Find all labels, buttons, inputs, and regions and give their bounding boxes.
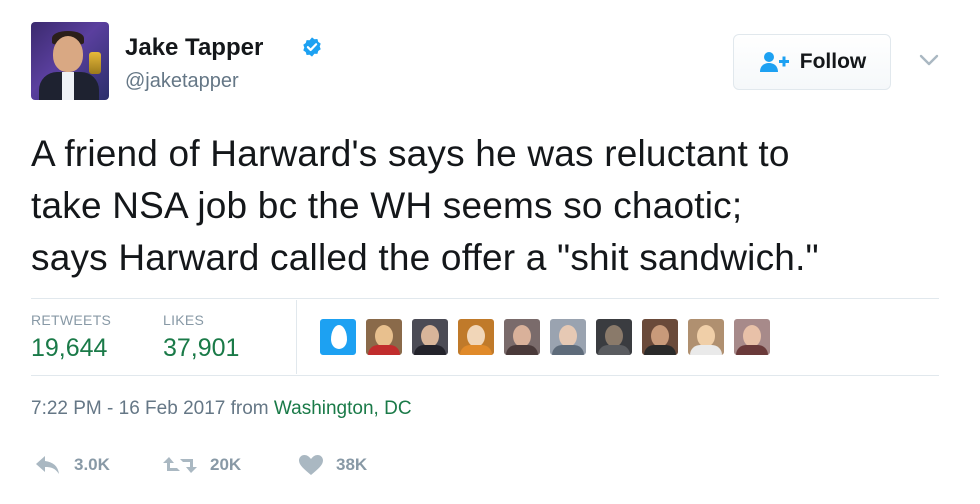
liker-avatar[interactable] [595, 318, 633, 356]
like-count: 38K [336, 455, 368, 474]
retweet-count: 20K [210, 455, 242, 474]
retweets-label[interactable]: RETWEETS [31, 312, 111, 328]
tweet-line: take NSA job bc the WH seems so chaotic; [31, 185, 743, 226]
liker-avatar[interactable] [457, 318, 495, 356]
tweet-timestamp: 7:22 PM - 16 Feb 2017 from Washington, D… [31, 398, 412, 420]
user-display-name[interactable]: Jake Tapper [125, 34, 263, 62]
likes-label[interactable]: LIKES [163, 312, 204, 328]
profile-avatar[interactable] [31, 22, 109, 100]
liker-avatar[interactable] [365, 318, 403, 356]
avatar-trophy [89, 52, 101, 74]
reply-icon [36, 456, 59, 474]
avatar-face [53, 36, 83, 72]
tweet-line: A friend of Harward's says he was reluct… [31, 133, 790, 174]
follow-button-label: Follow [799, 50, 867, 73]
retweets-count[interactable]: 19,644 [31, 334, 107, 363]
timestamp-from: from [230, 398, 269, 419]
divider-top [31, 298, 939, 299]
like-button[interactable]: 38K [298, 452, 367, 478]
liker-avatar[interactable] [641, 318, 679, 356]
chevron-down-icon[interactable] [918, 52, 940, 68]
liker-avatar[interactable] [549, 318, 587, 356]
avatar-shirt [62, 72, 74, 100]
verified-badge-icon [303, 37, 321, 57]
retweet-button[interactable]: 20K [162, 452, 241, 478]
tweet-text: A friend of Harward's says he was reluct… [31, 128, 961, 284]
likes-count[interactable]: 37,901 [163, 334, 239, 363]
timestamp-time-date[interactable]: 7:22 PM - 16 Feb 2017 [31, 398, 225, 419]
tweet-line: says Harward called the offer a "shit sa… [31, 237, 819, 278]
retweet-icon [163, 457, 197, 473]
divider-bottom [31, 375, 939, 376]
liker-avatar[interactable] [503, 318, 541, 356]
timestamp-location[interactable]: Washington, DC [274, 398, 412, 419]
reply-button[interactable]: 3.0K [34, 452, 110, 478]
liker-avatar[interactable] [733, 318, 771, 356]
reply-count: 3.0K [74, 455, 110, 474]
liker-avatar-egg[interactable] [319, 318, 357, 356]
user-plus-icon [759, 52, 789, 72]
user-handle[interactable]: @jaketapper [125, 70, 239, 93]
liker-avatar[interactable] [411, 318, 449, 356]
heart-icon [299, 455, 323, 475]
follow-button[interactable]: Follow [733, 34, 891, 90]
stats-separator [296, 300, 297, 374]
liker-avatar[interactable] [687, 318, 725, 356]
liker-avatars [319, 318, 779, 358]
